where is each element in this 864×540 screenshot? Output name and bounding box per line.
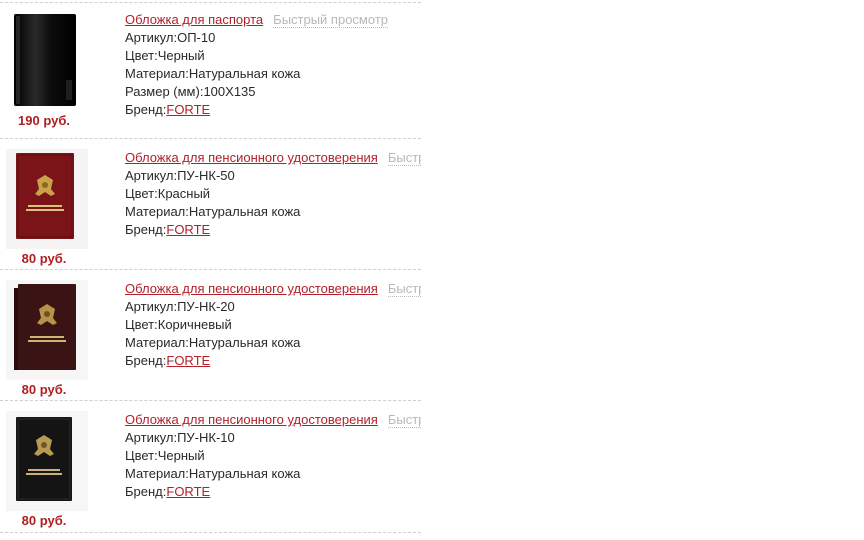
article-label: Артикул: — [125, 299, 178, 314]
product-card: 80 руб. Обложка для пенсионного удостове… — [0, 139, 421, 269]
product-info: Обложка для пенсионного удостоверения Быс… — [125, 280, 421, 370]
product-list: 190 руб. Обложка для паспорта Быстрый про… — [0, 0, 421, 540]
product-material: Материал:Натуральная кожа — [125, 334, 421, 352]
product-price: 80 руб. — [21, 382, 67, 397]
product-info: Обложка для пенсионного удостоверения Быс… — [125, 149, 421, 239]
passport-cover-icon — [14, 14, 76, 106]
product-image[interactable] — [4, 8, 90, 112]
color-label: Цвет: — [125, 186, 158, 201]
product-color: Цвет:Красный — [125, 185, 421, 203]
brand-label: Бренд: — [125, 484, 167, 499]
product-price: 80 руб. — [21, 251, 67, 266]
brand-label: Бренд: — [125, 222, 167, 237]
article-label: Артикул: — [125, 168, 178, 183]
product-image[interactable] — [4, 147, 90, 251]
material-value: Натуральная кожа — [188, 204, 301, 219]
product-brand: Бренд:FORTE — [125, 483, 421, 501]
product-image[interactable] — [4, 278, 90, 382]
material-label: Материал: — [125, 466, 189, 481]
product-title-link[interactable]: Обложка для пенсионного удостоверения — [125, 412, 378, 427]
color-value: Черный — [157, 48, 205, 63]
color-label: Цвет: — [125, 48, 158, 63]
color-label: Цвет: — [125, 317, 158, 332]
product-image[interactable] — [4, 409, 90, 513]
product-color: Цвет:Черный — [125, 447, 421, 465]
product-brand: Бренд:FORTE — [125, 101, 421, 119]
product-title-line: Обложка для пенсионного удостоверения Быс… — [125, 411, 421, 429]
product-info: Обложка для пенсионного удостоверения Быс… — [125, 411, 421, 501]
quick-view-link[interactable]: Быстрый просмотр — [387, 150, 421, 166]
product-title-line: Обложка для пенсионного удостоверения Быс… — [125, 149, 421, 167]
product-size: Размер (мм):100Х135 — [125, 83, 421, 101]
material-value: Натуральная кожа — [188, 335, 301, 350]
brand-label: Бренд: — [125, 353, 167, 368]
article-value: ОП-10 — [177, 30, 216, 45]
brand-link[interactable]: FORTE — [166, 102, 210, 117]
product-card: 80 руб. Обложка для пенсионного удостове… — [0, 401, 421, 533]
color-value: Коричневый — [157, 317, 232, 332]
material-label: Материал: — [125, 66, 189, 81]
article-label: Артикул: — [125, 30, 178, 45]
product-article: Артикул:ОП-10 — [125, 29, 421, 47]
article-value: ПУ-НК-20 — [177, 299, 235, 314]
size-value: 100Х135 — [203, 84, 256, 99]
quick-view-link[interactable]: Быстрый просмотр — [387, 281, 421, 297]
product-title-link[interactable]: Обложка для паспорта — [125, 12, 263, 27]
product-title-link[interactable]: Обложка для пенсионного удостоверения — [125, 150, 378, 165]
product-material: Материал:Натуральная кожа — [125, 65, 421, 83]
pension-cover-icon — [6, 149, 88, 249]
color-value: Красный — [157, 186, 211, 201]
product-color: Цвет:Черный — [125, 47, 421, 65]
brand-link[interactable]: FORTE — [166, 353, 210, 368]
quick-view-link[interactable]: Быстрый просмотр — [387, 412, 421, 428]
product-color: Цвет:Коричневый — [125, 316, 421, 334]
product-card: 80 руб. Обложка для пенсионного удостове… — [0, 270, 421, 400]
brand-link[interactable]: FORTE — [166, 484, 210, 499]
pension-cover-icon — [6, 280, 88, 380]
product-material: Материал:Натуральная кожа — [125, 465, 421, 483]
brand-label: Бренд: — [125, 102, 167, 117]
color-value: Черный — [157, 448, 205, 463]
size-label: Размер (мм): — [125, 84, 204, 99]
color-label: Цвет: — [125, 448, 158, 463]
product-title-line: Обложка для пенсионного удостоверения Быс… — [125, 280, 421, 298]
product-brand: Бренд:FORTE — [125, 221, 421, 239]
material-label: Материал: — [125, 335, 189, 350]
product-article: Артикул:ПУ-НК-10 — [125, 429, 421, 447]
material-label: Материал: — [125, 204, 189, 219]
article-value: ПУ-НК-50 — [177, 168, 235, 183]
row-divider — [0, 532, 421, 533]
product-title-line: Обложка для паспорта Быстрый просмотр — [125, 11, 421, 29]
product-brand: Бренд:FORTE — [125, 352, 421, 370]
product-article: Артикул:ПУ-НК-20 — [125, 298, 421, 316]
article-label: Артикул: — [125, 430, 178, 445]
article-value: ПУ-НК-10 — [177, 430, 235, 445]
product-info: Обложка для паспорта Быстрый просмотр Арт… — [125, 11, 421, 119]
quick-view-link[interactable]: Быстрый просмотр — [273, 12, 388, 28]
product-price: 190 руб. — [18, 113, 70, 128]
material-value: Натуральная кожа — [188, 466, 301, 481]
product-title-link[interactable]: Обложка для пенсионного удостоверения — [125, 281, 378, 296]
pension-cover-icon — [6, 411, 88, 511]
product-price: 80 руб. — [21, 513, 67, 528]
material-value: Натуральная кожа — [188, 66, 301, 81]
product-article: Артикул:ПУ-НК-50 — [125, 167, 421, 185]
product-material: Материал:Натуральная кожа — [125, 203, 421, 221]
brand-link[interactable]: FORTE — [166, 222, 210, 237]
product-card: 190 руб. Обложка для паспорта Быстрый про… — [0, 0, 421, 137]
